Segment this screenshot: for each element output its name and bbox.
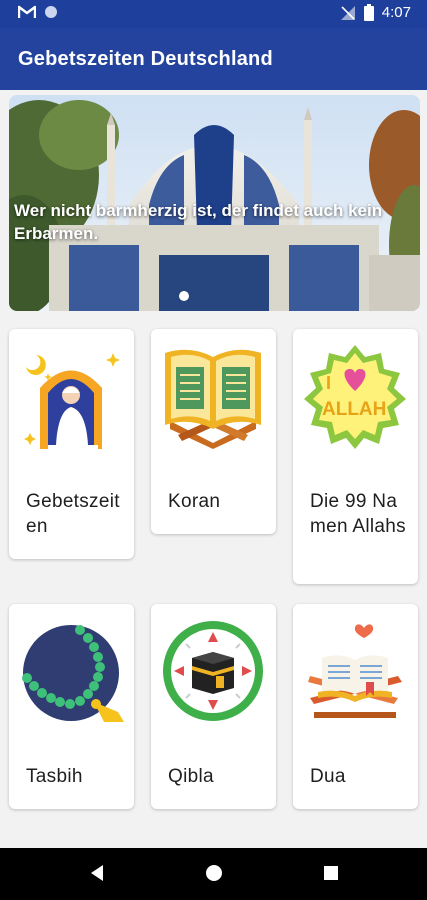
status-bar: 4:07: [0, 0, 427, 28]
gmail-icon: [18, 5, 36, 18]
svg-text:ALLAH: ALLAH: [322, 399, 386, 420]
circle-notification-icon: [45, 6, 57, 18]
card-label: Gebetszeiten: [26, 491, 120, 537]
battery-icon: [363, 4, 374, 21]
svg-text:I: I: [326, 373, 331, 393]
card-tasbih[interactable]: Tasbih: [9, 604, 134, 809]
signal-off-icon: [340, 5, 355, 20]
system-nav-bar: [0, 848, 427, 900]
banner-slider[interactable]: Wer nicht barmherzig ist, der findet auc…: [9, 95, 420, 311]
banner-quote: Wer nicht barmherzig ist, der findet auc…: [14, 201, 383, 243]
app-title: Gebetszeiten Deutschland: [18, 48, 273, 70]
card-koran[interactable]: Koran: [151, 329, 276, 534]
recents-button[interactable]: [323, 864, 339, 882]
app-bar: Gebetszeiten Deutschland: [0, 28, 427, 90]
home-button[interactable]: [205, 864, 223, 882]
back-button[interactable]: [89, 864, 105, 882]
card-label: Tasbih: [26, 766, 83, 787]
card-label: Koran: [168, 491, 221, 512]
status-time: 4:07: [381, 4, 411, 21]
card-label: Dua: [310, 766, 346, 787]
card-gebetszeiten[interactable]: Gebetszeiten: [9, 329, 134, 559]
card-99-namen[interactable]: I ALLAH Die 99 Namen Allahs: [293, 329, 418, 584]
prayer-beads-icon: [22, 625, 124, 722]
kaaba-compass-icon: [163, 621, 263, 721]
card-qibla[interactable]: Qibla: [151, 604, 276, 809]
page-indicator-dot: [179, 291, 189, 301]
card-label: Die 99 Namen Allahs: [310, 491, 406, 537]
praying-person-icon: [24, 353, 120, 449]
card-label: Qibla: [168, 766, 214, 787]
card-dua[interactable]: Dua: [293, 604, 418, 809]
i-love-allah-icon: I ALLAH: [304, 345, 406, 449]
book-on-stand-icon: [308, 624, 402, 718]
open-quran-icon: [165, 349, 261, 449]
